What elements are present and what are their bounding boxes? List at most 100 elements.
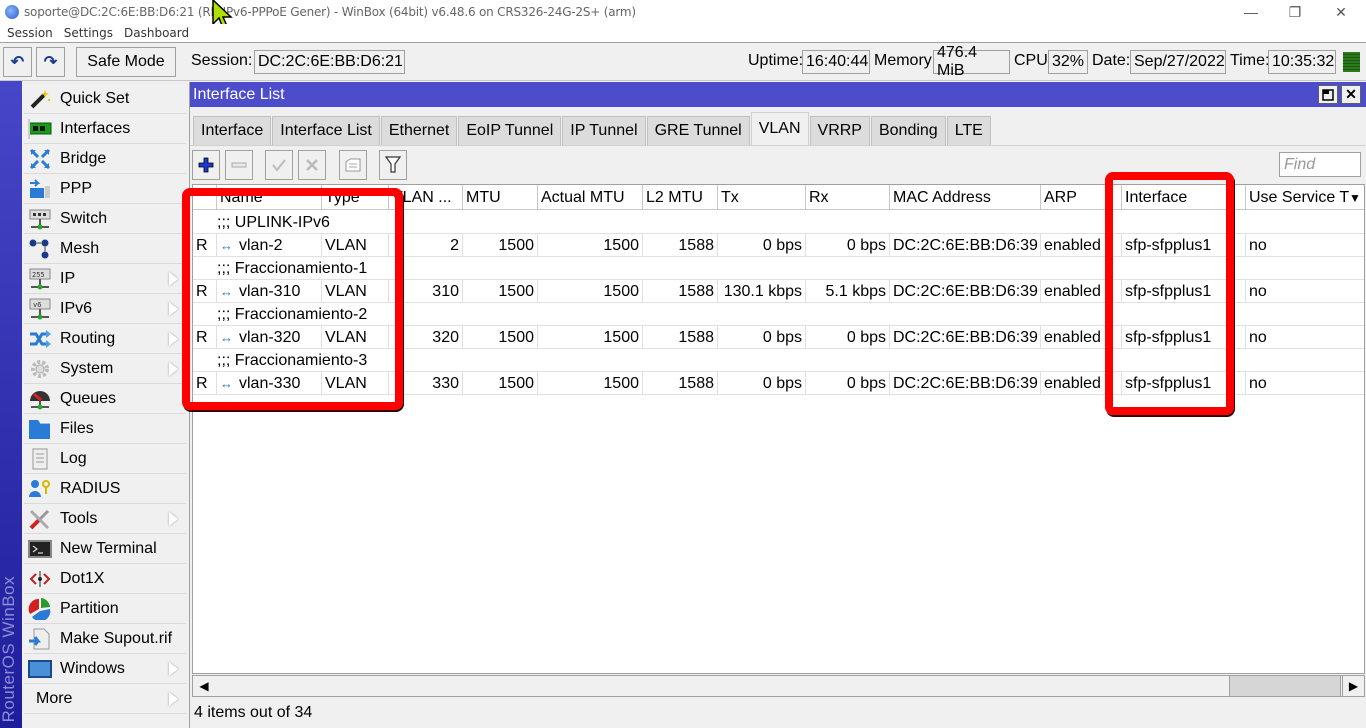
terminal-icon xyxy=(28,538,52,560)
sidebar-item-routing[interactable]: Routing xyxy=(24,324,186,354)
sidebar-item-label: RADIUS xyxy=(60,479,121,497)
cell-use-service-tag: no xyxy=(1246,372,1364,395)
ppp-icon xyxy=(28,178,52,200)
tab-ip-tunnel[interactable]: IP Tunnel xyxy=(562,116,646,145)
close-icon: ✕ xyxy=(1345,86,1357,102)
undo-icon: ↶ xyxy=(10,54,25,71)
sidebar-item-files[interactable]: Files xyxy=(24,414,186,444)
disable-button[interactable] xyxy=(298,150,326,180)
redo-button[interactable]: ↷ xyxy=(36,47,65,77)
column-header-mtu[interactable]: MTU xyxy=(463,185,538,210)
horizontal-scrollbar[interactable]: ◀ ▶ xyxy=(192,675,1365,697)
tab-vrrp[interactable]: VRRP xyxy=(809,116,870,145)
menu-bar: Session Settings Dashboard xyxy=(0,24,1366,43)
window-restore-button[interactable] xyxy=(1318,85,1338,104)
tab-gre-tunnel[interactable]: GRE Tunnel xyxy=(646,116,750,145)
menu-settings[interactable]: Settings xyxy=(64,26,113,40)
column-header-actual-mtu[interactable]: Actual MTU xyxy=(538,185,643,210)
cell-use-service-tag: no xyxy=(1246,326,1364,349)
cell-actual-mtu: 1500 xyxy=(538,280,643,303)
main-toolbar: ↶ ↷ Safe Mode Session: DC:2C:6E:BB:D6:21… xyxy=(0,44,1366,81)
cell-l2-mtu: 1588 xyxy=(643,280,718,303)
safe-mode-button[interactable]: Safe Mode xyxy=(76,47,176,77)
sidebar-item-ipv6[interactable]: v6 IPv6 xyxy=(24,294,186,324)
mesh-icon xyxy=(28,238,52,260)
column-header-mac-address[interactable]: MAC Address xyxy=(890,185,1041,210)
sidebar-item-queues[interactable]: Queues xyxy=(24,384,186,414)
tools-icon xyxy=(28,508,52,530)
remove-button[interactable] xyxy=(225,150,253,180)
plus-icon xyxy=(198,157,214,173)
menu-dashboard[interactable]: Dashboard xyxy=(124,26,189,40)
columns-dropdown-icon[interactable]: ▼ xyxy=(1343,185,1364,210)
sidebar-item-ip[interactable]: 255 IP xyxy=(24,264,186,294)
sidebar-item-label: Bridge xyxy=(60,149,107,167)
tab-ethernet[interactable]: Ethernet xyxy=(380,116,458,145)
routing-icon xyxy=(28,328,52,350)
tab-vlan[interactable]: VLAN xyxy=(750,112,809,145)
restore-button[interactable]: ❐ xyxy=(1272,0,1318,24)
svg-text:255: 255 xyxy=(32,271,45,279)
tab-lte[interactable]: LTE xyxy=(946,116,991,145)
find-input[interactable]: Find xyxy=(1279,152,1361,177)
filter-button[interactable] xyxy=(379,150,407,180)
sidebar-item-label: Make Supout.rif xyxy=(60,629,173,647)
column-header-l2-mtu[interactable]: L2 MTU xyxy=(643,185,718,210)
sidebar-item-switch[interactable]: Switch xyxy=(24,204,186,234)
sidebar-item-label: IP xyxy=(60,269,76,287)
sidebar-item-bridge[interactable]: Bridge xyxy=(24,144,186,174)
sidebar-item-more[interactable]: More xyxy=(24,684,186,714)
tab-interface-list[interactable]: Interface List xyxy=(272,116,380,145)
tab-interface[interactable]: Interface xyxy=(193,116,272,145)
scroll-right-button[interactable]: ▶ xyxy=(1342,676,1364,696)
add-button[interactable] xyxy=(192,150,220,180)
sidebar-item-label: Log xyxy=(60,449,87,467)
sidebar-item-mesh[interactable]: Mesh xyxy=(24,234,186,264)
wand-icon xyxy=(28,88,52,110)
switch-icon xyxy=(28,208,52,230)
column-header-rx[interactable]: Rx xyxy=(806,185,890,210)
sidebar-item-system[interactable]: System xyxy=(24,354,186,384)
sidebar-item-windows[interactable]: Windows xyxy=(24,654,186,684)
windows-icon xyxy=(28,658,52,680)
undo-button[interactable]: ↶ xyxy=(3,47,32,77)
filter-icon xyxy=(385,156,401,173)
sidebar-brand-strip: RouterOS WinBox xyxy=(0,81,22,728)
session-label: Session: xyxy=(191,52,253,69)
cell-actual-mtu: 1500 xyxy=(538,372,643,395)
sidebar-item-label: System xyxy=(60,359,114,377)
menu-session[interactable]: Session xyxy=(7,26,53,40)
sidebar-item-radius[interactable]: RADIUS xyxy=(24,474,186,504)
sidebar-item-quick-set[interactable]: Quick Set xyxy=(24,84,186,114)
status-bar: 4 items out of 34 xyxy=(194,704,313,721)
cell-mtu: 1500 xyxy=(463,372,538,395)
sidebar-item-dot1x[interactable]: Dot1X xyxy=(24,564,186,594)
enable-button[interactable] xyxy=(265,150,293,180)
check-icon xyxy=(272,159,286,172)
tab-bonding[interactable]: Bonding xyxy=(870,116,946,145)
close-button[interactable]: ✕ xyxy=(1318,0,1364,24)
svg-text:v6: v6 xyxy=(33,301,41,309)
submenu-arrow-icon xyxy=(169,302,178,316)
sidebar-item-tools[interactable]: Tools xyxy=(24,504,186,534)
window-close-button[interactable]: ✕ xyxy=(1341,85,1361,104)
sidebar-item-label: Files xyxy=(60,419,94,437)
sidebar-item-ppp[interactable]: PPP xyxy=(24,174,186,204)
window-titlebar[interactable]: Interface List ✕ xyxy=(190,82,1366,107)
sidebar-item-label: More xyxy=(36,689,73,707)
minimize-button[interactable]: — xyxy=(1228,0,1274,24)
minimize-icon: — xyxy=(1244,4,1258,20)
scrollbar-thumb[interactable] xyxy=(1229,676,1341,696)
sidebar-item-make-supout-rif[interactable]: Make Supout.rif xyxy=(24,624,186,654)
tab-eoip-tunnel[interactable]: EoIP Tunnel xyxy=(458,116,562,145)
sidebar-item-log[interactable]: Log xyxy=(24,444,186,474)
cell-l2-mtu: 1588 xyxy=(643,234,718,257)
sidebar-item-new-terminal[interactable]: New Terminal xyxy=(24,534,186,564)
sidebar-item-interfaces[interactable]: Interfaces xyxy=(24,114,186,144)
interface-window-title: Interface List xyxy=(193,85,285,103)
column-header-tx[interactable]: Tx xyxy=(718,185,806,210)
scroll-left-button[interactable]: ◀ xyxy=(193,676,215,696)
comment-button[interactable] xyxy=(339,150,367,180)
ipv6-icon: v6 xyxy=(28,298,52,320)
sidebar-item-partition[interactable]: Partition xyxy=(24,594,186,624)
